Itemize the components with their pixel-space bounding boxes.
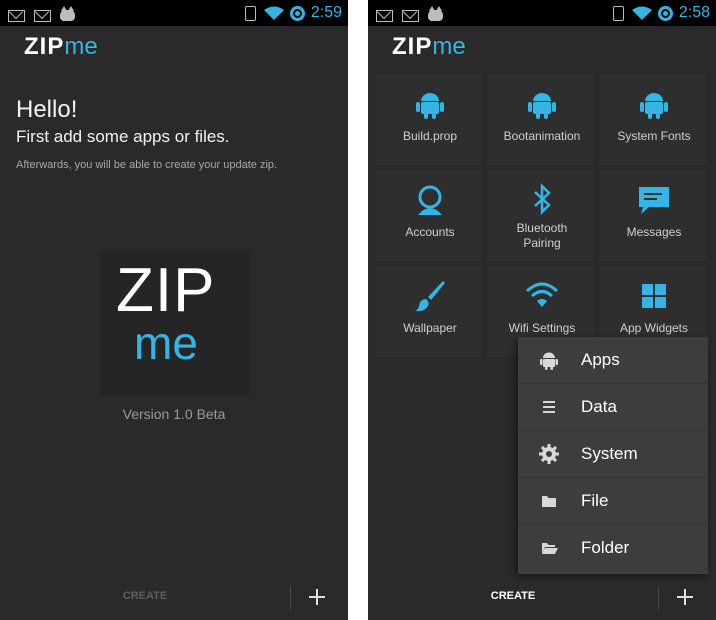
tile-build-prop[interactable]: Build.prop xyxy=(374,72,484,166)
tile-label: Bootanimation xyxy=(503,129,581,143)
create-button[interactable]: CREATE xyxy=(368,590,658,602)
create-button[interactable]: CREATE xyxy=(0,590,290,602)
android-icon xyxy=(540,352,558,370)
logo-me-text: me xyxy=(432,33,466,60)
status-bar: 2:58 xyxy=(368,0,716,26)
gmail-icon xyxy=(8,9,25,22)
clock: 2:59 xyxy=(310,4,342,21)
instruction-text: First add some apps or files. xyxy=(16,127,230,146)
phone-icon xyxy=(244,5,256,21)
menu-item-data[interactable]: Data xyxy=(518,384,708,431)
app-logo: ZIPme xyxy=(24,33,98,61)
gmail-icon xyxy=(376,9,393,22)
widgets-icon xyxy=(642,284,666,308)
app-logo: ZIPme xyxy=(392,33,466,61)
menu-item-label: Data xyxy=(581,397,617,416)
big-logo: ZIP me xyxy=(100,250,250,396)
cat-notification-icon xyxy=(60,6,76,21)
logo-zip-text: ZIP xyxy=(392,33,433,60)
add-popup-menu: Apps Data System File Folder xyxy=(518,337,708,574)
bottom-action-bar: CREATE xyxy=(368,574,716,620)
clock: 2:58 xyxy=(678,4,710,21)
android-icon xyxy=(528,93,556,119)
menu-item-label: Apps xyxy=(581,350,620,369)
tile-label: App Widgets xyxy=(619,321,689,335)
tile-system-fonts[interactable]: System Fonts xyxy=(598,72,708,166)
divider xyxy=(658,586,659,610)
brush-icon xyxy=(415,281,445,312)
menu-item-label: System xyxy=(581,444,638,463)
tile-bootanimation[interactable]: Bootanimation xyxy=(486,72,596,166)
tile-wallpaper[interactable]: Wallpaper xyxy=(374,264,484,358)
welcome-screen: 2:59 ZIPme Hello! First add some apps or… xyxy=(0,0,348,620)
android-icon xyxy=(416,93,444,119)
menu-item-file[interactable]: File xyxy=(518,478,708,525)
file-folder-icon xyxy=(542,496,556,507)
tile-accounts[interactable]: Accounts xyxy=(374,168,484,262)
tile-label: Bluetooth Pairing xyxy=(516,221,568,250)
wifi-signal-icon xyxy=(631,6,652,20)
cat-notification-icon xyxy=(428,6,444,21)
menu-item-system[interactable]: System xyxy=(518,431,708,478)
add-button[interactable] xyxy=(302,582,332,612)
tile-messages[interactable]: Messages xyxy=(598,168,708,262)
version-label: Version 1.0 Beta xyxy=(122,406,226,422)
tile-label: System Fonts xyxy=(617,129,691,143)
tile-label: Wifi Settings xyxy=(508,321,576,335)
wifi-signal-icon xyxy=(263,6,284,20)
big-logo-me: me xyxy=(134,317,198,369)
sync-icon xyxy=(657,5,673,21)
gmail-icon xyxy=(402,9,420,22)
gear-icon xyxy=(539,444,559,464)
menu-item-label: Folder xyxy=(581,538,630,557)
phone-icon xyxy=(612,5,624,21)
open-folder-icon xyxy=(542,543,558,554)
add-button[interactable] xyxy=(670,582,700,612)
tile-label: Accounts xyxy=(405,225,455,239)
big-logo-zip: ZIP xyxy=(116,256,216,325)
tile-label: Messages xyxy=(626,225,682,239)
menu-item-apps[interactable]: Apps xyxy=(518,337,708,384)
subtext: Afterwards, you will be able to create y… xyxy=(16,159,278,171)
wifi-icon xyxy=(525,282,559,307)
hello-heading: Hello! xyxy=(16,96,78,123)
logo-zip-text: ZIP xyxy=(24,33,65,60)
tile-label: Wallpaper xyxy=(403,321,457,335)
gmail-icon xyxy=(34,9,52,22)
divider xyxy=(290,586,291,610)
person-icon xyxy=(418,185,442,215)
message-icon xyxy=(639,187,669,214)
menu-item-folder[interactable]: Folder xyxy=(518,525,708,572)
bottom-action-bar: CREATE xyxy=(0,574,348,620)
logo-me-text: me xyxy=(64,33,98,60)
status-bar: 2:59 xyxy=(0,0,348,26)
tile-label: Build.prop xyxy=(402,129,458,143)
tile-bluetooth-pairing[interactable]: Bluetooth Pairing xyxy=(486,168,596,262)
android-icon xyxy=(640,93,668,119)
sync-icon xyxy=(289,5,305,21)
bluetooth-icon xyxy=(534,183,551,216)
list-icon xyxy=(543,401,555,413)
menu-item-label: File xyxy=(581,491,609,510)
